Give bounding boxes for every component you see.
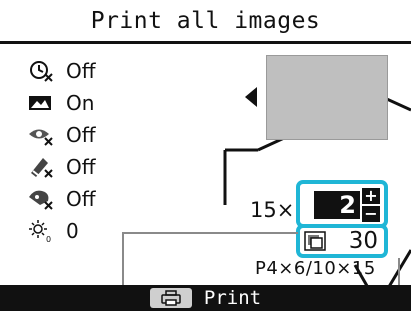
print-button-label: Print: [203, 287, 262, 309]
print-count-icon: [304, 231, 326, 251]
setting-value: 0: [66, 219, 79, 243]
quantity-prefix: 15×: [250, 198, 295, 222]
sheet-count-box: 30: [296, 224, 388, 258]
print-bar[interactable]: Print: [0, 285, 411, 311]
quantity-prefix-group: 15×: [250, 195, 296, 225]
title-bar: Print all images: [0, 0, 411, 44]
brightness-icon: 0: [28, 219, 54, 243]
red-eye-correction-icon: [28, 123, 54, 147]
stepper-controls: + −: [362, 188, 380, 222]
arrow-left-icon[interactable]: [244, 86, 258, 108]
setting-value: On: [66, 91, 95, 115]
image-preview: [266, 55, 388, 140]
setting-value: Off: [66, 155, 96, 179]
setting-brightness[interactable]: 0 0: [28, 217, 148, 245]
setting-image-optimize[interactable]: On: [28, 89, 148, 117]
print-icon[interactable]: [149, 288, 192, 308]
svg-text:0: 0: [46, 235, 51, 243]
print-screen: Print all images Off On Off Off Off 0 0 …: [0, 0, 411, 311]
setting-red-eye-correction[interactable]: Off: [28, 121, 148, 149]
face-brightening-icon: [28, 187, 54, 211]
paper-size-label: P4×6/10×15: [255, 258, 376, 279]
quantity-value: 2: [339, 191, 356, 219]
quantity-stepper[interactable]: 2 + −: [296, 180, 388, 228]
setting-color-correction[interactable]: Off: [28, 153, 148, 181]
color-correction-icon: [28, 155, 54, 179]
date-imprint-icon: [28, 59, 54, 83]
image-optimize-icon: [28, 91, 54, 115]
increment-button[interactable]: +: [362, 188, 380, 204]
callout-line: [122, 232, 298, 234]
page-title: Print all images: [90, 7, 321, 34]
sheet-count-value: 30: [348, 228, 378, 254]
decrement-button[interactable]: −: [362, 206, 380, 222]
setting-value: Off: [66, 123, 96, 147]
setting-date-imprint[interactable]: Off: [28, 57, 148, 85]
setting-face-brightening[interactable]: Off: [28, 185, 148, 213]
quantity-field[interactable]: 2: [314, 191, 360, 219]
setting-value: Off: [66, 187, 96, 211]
setting-value: Off: [66, 59, 96, 83]
